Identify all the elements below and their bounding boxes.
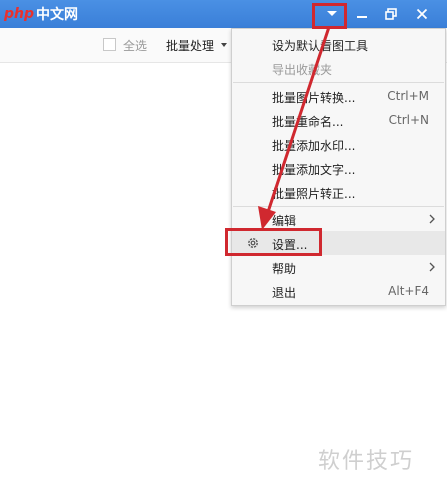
annotation-arrow [258, 26, 331, 230]
watermark-text: 软件技巧 [318, 449, 415, 474]
